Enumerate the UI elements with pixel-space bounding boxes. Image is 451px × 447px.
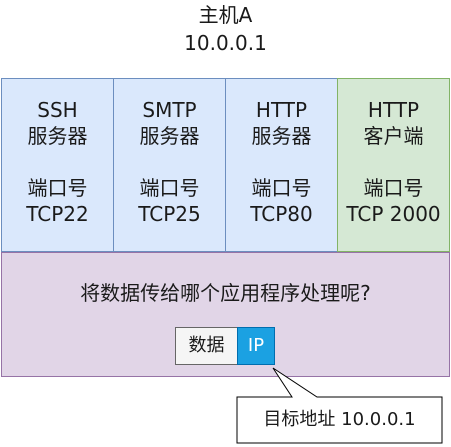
callout-text: 目标地址 10.0.0.1 <box>263 409 416 430</box>
callout-bubble <box>236 367 443 444</box>
